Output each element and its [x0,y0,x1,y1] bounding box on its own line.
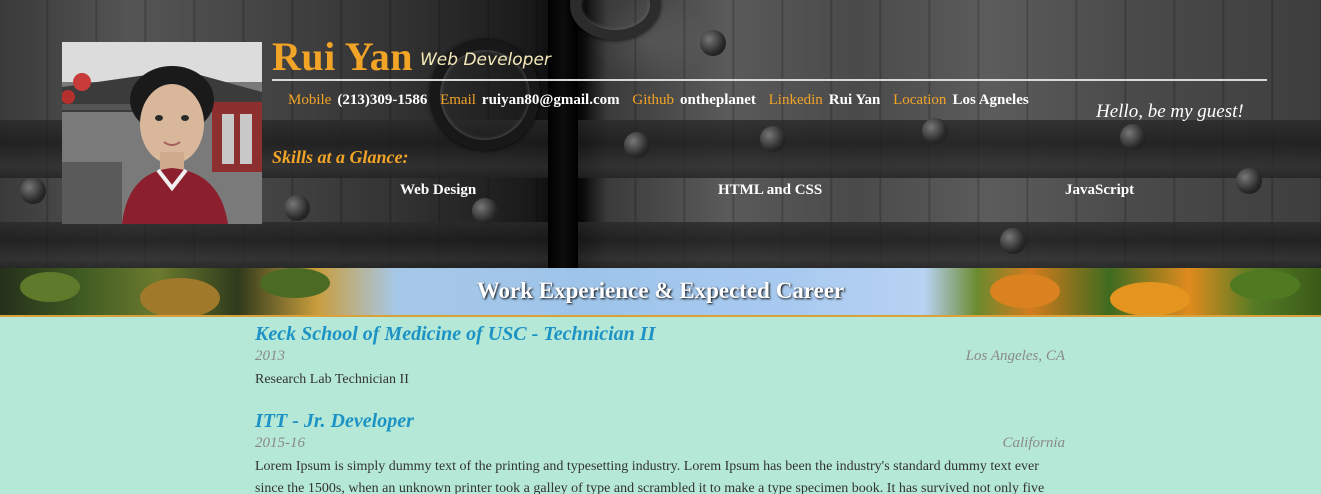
contact-value-linkedin[interactable]: Rui Yan [829,92,881,108]
contact-label-mobile: Mobile [288,92,332,108]
door-stud [1236,168,1262,194]
job-entry: Keck School of Medicine of USC - Technic… [255,322,1065,391]
skill-item: JavaScript [1065,182,1135,198]
header-divider [272,79,1267,81]
door-stud [20,178,46,204]
section-banner: Work Experience & Expected Career [0,268,1321,317]
door-gap [548,0,578,268]
contact-value-email[interactable]: ruiyan80@gmail.com [482,92,620,108]
door-strap [0,222,1321,268]
door-stud [284,195,310,221]
door-stud [922,118,948,144]
skills-heading: Skills at a Glance: [272,147,409,167]
profile-role: Web Developer [420,50,551,70]
job-meta: 2015-16 California [255,433,1065,455]
contact-label-linkedin: Linkedin [768,92,823,108]
job-entry: ITT - Jr. Developer 2015-16 California L… [255,409,1065,494]
contact-label-email: Email [440,92,476,108]
skill-item: HTML and CSS [718,182,823,198]
profile-photo [62,42,262,224]
skill-item: Web Design [400,182,477,198]
door-stud [624,132,650,158]
header: Rui Yan Web Developer Mobile (213)309-158… [0,0,1321,268]
door-stud [472,198,498,224]
section-title: Work Experience & Expected Career [476,278,845,303]
door-stud [700,30,726,56]
contact-value-mobile[interactable]: (213)309-1586 [337,92,427,108]
contact-value-github[interactable]: ontheplanet [680,92,756,108]
door-stud [760,126,786,152]
greeting-text: Hello, be my guest! [1096,101,1244,122]
contact-label-github: Github [632,92,675,108]
door-stud [1000,228,1026,254]
job-date: 2015-16 [255,435,305,451]
job-list: Keck School of Medicine of USC - Technic… [255,322,1065,494]
job-date: 2013 [255,348,285,364]
contact-bar: Mobile (213)309-1586 Email ruiyan80@gmail.… [288,92,1038,109]
job-description: Lorem Ipsum is simply dummy text of the … [255,459,1045,494]
job-description: Research Lab Technician II [255,372,409,387]
contact-value-location: Los Agneles [952,92,1029,108]
job-title: Keck School of Medicine of USC - Technic… [255,323,656,345]
profile-photo-image [62,42,262,224]
job-location: Los Angeles, CA [965,348,1065,364]
profile-name: Rui Yan [272,34,413,79]
job-location: California [1002,435,1065,451]
job-title: ITT - Jr. Developer [255,410,414,432]
contact-label-location: Location [893,92,947,108]
door-stud [1120,124,1146,150]
job-meta: 2013 Los Angeles, CA [255,346,1065,368]
